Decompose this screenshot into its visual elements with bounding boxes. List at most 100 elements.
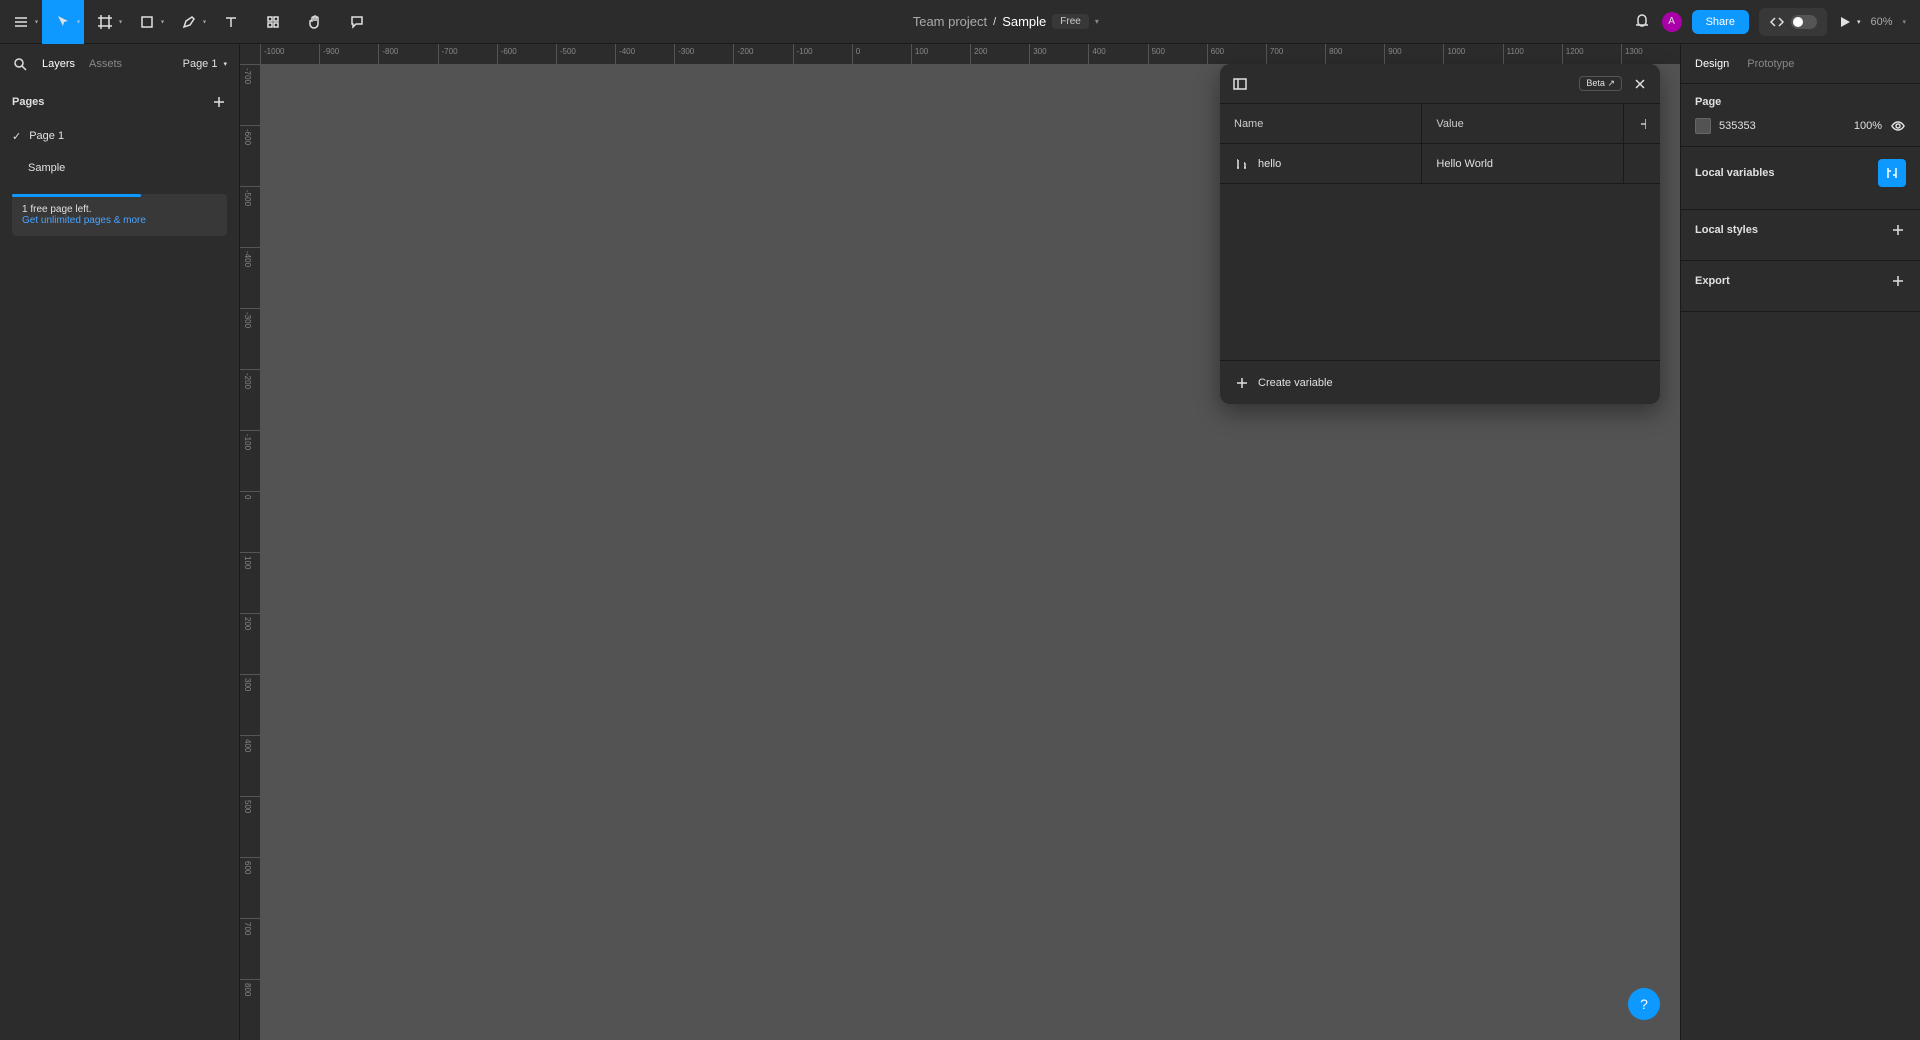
pages-title: Pages xyxy=(12,96,44,108)
present-button[interactable]: ▾ xyxy=(1837,14,1861,30)
breadcrumb-area: Team project / Sample Free ▾ xyxy=(378,14,1634,29)
shape-tool[interactable]: ▾ xyxy=(126,0,168,44)
plan-badge: Free xyxy=(1052,14,1089,29)
ruler-tick: 500 xyxy=(1148,44,1207,64)
ruler-horizontal: -1000-900-800-700-600-500-400-300-200-10… xyxy=(260,44,1680,64)
page-item[interactable]: ✓ Page 1 xyxy=(0,120,239,152)
plus-icon[interactable] xyxy=(1890,273,1906,289)
close-icon[interactable] xyxy=(1632,76,1648,92)
variable-row-spacer xyxy=(1624,144,1660,183)
add-variable-button[interactable] xyxy=(1624,104,1660,143)
sidebar-share-arrow-icon[interactable] xyxy=(1232,76,1248,92)
export-title: Export xyxy=(1695,275,1730,287)
file-name[interactable]: Sample xyxy=(1002,14,1046,29)
tab-prototype[interactable]: Prototype xyxy=(1747,58,1794,70)
tab-layers[interactable]: Layers xyxy=(42,58,75,70)
layer-item-label: Sample xyxy=(28,162,65,174)
ruler-corner xyxy=(240,44,260,64)
ruler-tick: -1000 xyxy=(260,44,319,64)
ruler-tick: 100 xyxy=(911,44,970,64)
ruler-tick: -600 xyxy=(240,125,260,186)
page-background-row[interactable]: 535353 100% xyxy=(1695,118,1906,134)
chevron-down-icon: ▾ xyxy=(77,18,80,25)
plus-icon[interactable] xyxy=(1890,222,1906,238)
column-value: Value xyxy=(1422,104,1624,143)
ruler-tick: 700 xyxy=(1266,44,1325,64)
chevron-down-icon[interactable]: ▾ xyxy=(1095,17,1099,26)
right-panel-tabs: Design Prototype xyxy=(1681,44,1920,84)
variable-name: hello xyxy=(1258,158,1281,170)
page-selector[interactable]: Page 1 ▾ xyxy=(183,58,227,70)
pen-tool[interactable]: ▾ xyxy=(168,0,210,44)
variable-row[interactable]: hello Hello World xyxy=(1220,144,1660,184)
ruler-tick: -400 xyxy=(615,44,674,64)
page-section: Page 535353 100% xyxy=(1681,84,1920,147)
eye-icon[interactable] xyxy=(1890,118,1906,134)
comment-tool[interactable] xyxy=(336,0,378,44)
help-button[interactable]: ? xyxy=(1628,988,1660,1020)
hand-tool[interactable] xyxy=(294,0,336,44)
search-icon[interactable] xyxy=(12,56,28,72)
ruler-tick: 800 xyxy=(1325,44,1384,64)
upgrade-info: 1 free page left. Get unlimited pages & … xyxy=(12,194,227,236)
chevron-icon: ▾ xyxy=(223,60,227,68)
ruler-tick: 300 xyxy=(1029,44,1088,64)
ruler-tick: 300 xyxy=(240,674,260,735)
bg-opacity[interactable]: 100% xyxy=(1854,120,1882,132)
progress-bar xyxy=(12,194,141,197)
ruler-tick: -900 xyxy=(319,44,378,64)
resources-tool[interactable] xyxy=(252,0,294,44)
plus-icon[interactable] xyxy=(211,94,227,110)
page-selector-label: Page 1 xyxy=(183,58,218,70)
page-section-title: Page xyxy=(1695,96,1906,108)
ruler-vertical: -700-600-500-400-300-200-100010020030040… xyxy=(240,64,260,1040)
huddle-icon[interactable] xyxy=(1634,13,1652,31)
tab-design[interactable]: Design xyxy=(1695,58,1729,70)
left-panel: Layers Assets Page 1 ▾ Pages ✓ Page 1 Sa… xyxy=(0,44,240,1040)
avatar[interactable]: A xyxy=(1662,12,1682,32)
share-button[interactable]: Share xyxy=(1692,10,1749,34)
main-menu-button[interactable]: ▾ xyxy=(0,0,42,44)
team-project-link[interactable]: Team project xyxy=(913,14,987,29)
cursor-icon xyxy=(55,14,71,30)
ruler-tick: 600 xyxy=(240,857,260,918)
ruler-tick: -100 xyxy=(240,430,260,491)
open-variables-button[interactable] xyxy=(1878,159,1906,187)
ruler-tick: -100 xyxy=(793,44,852,64)
menu-icon xyxy=(13,14,29,30)
dev-mode-toggle[interactable] xyxy=(1759,8,1827,36)
ruler-tick: 1000 xyxy=(1443,44,1502,64)
text-icon xyxy=(223,14,239,30)
code-icon xyxy=(1769,14,1785,30)
variables-panel: Beta ↗ Name Value hello Hello World Crea… xyxy=(1220,64,1660,404)
plus-icon xyxy=(1638,116,1646,132)
page-item-label: Page 1 xyxy=(29,130,64,142)
variable-value: Hello World xyxy=(1436,158,1493,170)
local-styles-title: Local styles xyxy=(1695,224,1758,236)
ruler-tick: 800 xyxy=(240,979,260,1040)
zoom-level[interactable]: 60% xyxy=(1870,16,1892,28)
ruler-tick: -500 xyxy=(240,186,260,247)
ruler-tick: 900 xyxy=(1384,44,1443,64)
sliders-icon xyxy=(1884,165,1900,181)
ruler-tick: -300 xyxy=(240,308,260,369)
beta-badge[interactable]: Beta ↗ xyxy=(1579,76,1622,91)
chevron-down-icon[interactable]: ▾ xyxy=(1902,18,1906,26)
create-variable-button[interactable]: Create variable xyxy=(1220,360,1660,404)
color-swatch[interactable] xyxy=(1695,118,1711,134)
text-tool[interactable] xyxy=(210,0,252,44)
ruler-tick: 400 xyxy=(1088,44,1147,64)
chevron-down-icon: ▾ xyxy=(161,18,164,25)
layer-item[interactable]: Sample xyxy=(0,152,239,184)
ruler-tick: 200 xyxy=(970,44,1029,64)
local-variables-section: Local variables xyxy=(1681,147,1920,210)
variable-name-cell[interactable]: hello xyxy=(1220,144,1422,183)
frame-tool[interactable]: ▾ xyxy=(84,0,126,44)
move-tool[interactable]: ▾ xyxy=(42,0,84,44)
bg-hex[interactable]: 535353 xyxy=(1719,120,1756,132)
tab-assets[interactable]: Assets xyxy=(89,58,122,70)
ruler-tick: -600 xyxy=(497,44,556,64)
variable-value-cell[interactable]: Hello World xyxy=(1422,144,1624,183)
upgrade-link[interactable]: Get unlimited pages & more xyxy=(22,215,217,226)
ruler-tick: 200 xyxy=(240,613,260,674)
